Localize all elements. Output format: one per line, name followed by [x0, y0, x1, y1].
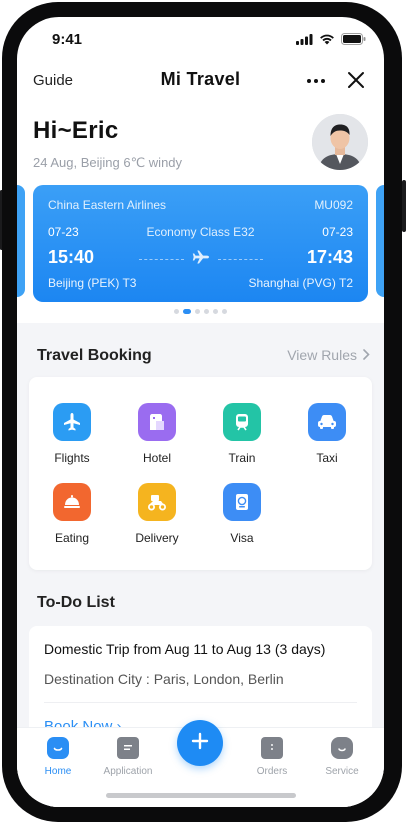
booking-card: Flights Hotel Train Taxi Eating Delivery… [29, 377, 372, 570]
trip-title: Domestic Trip from Aug 11 to Aug 13 (3 d… [44, 641, 326, 657]
divider [44, 702, 357, 703]
orders-icon [261, 737, 283, 759]
service-label: Taxi [316, 451, 338, 465]
service-label: Hotel [142, 451, 171, 465]
flight-number: MU092 [314, 198, 353, 212]
status-icons [296, 32, 366, 50]
home-icon [47, 737, 69, 759]
status-bar: 9:41 [17, 17, 384, 61]
carousel-dot[interactable] [204, 309, 209, 314]
trip-destination: Destination City : Paris, London, Berlin [44, 671, 284, 687]
tab-label: Orders [256, 766, 288, 777]
route-line [139, 249, 263, 269]
service-flights[interactable]: Flights [32, 403, 112, 465]
greeting-subtitle: 24 Aug, Beijing 6℃ windy [33, 155, 183, 170]
power-button [402, 180, 406, 232]
service-label: Eating [54, 531, 90, 545]
home-indicator [106, 793, 296, 798]
service-label: Delivery [135, 531, 179, 545]
phone-frame: 9:41 Guide Mi Travel Hi~Eric 24 Aug, Bei… [0, 0, 406, 824]
depart-airport: Beijing (PEK) T3 [48, 276, 137, 290]
taxi-icon [308, 403, 346, 441]
service-icon [331, 737, 353, 759]
todo-section-title: To-Do List [37, 594, 115, 611]
depart-time: 15:40 [48, 247, 95, 267]
next-flight-card[interactable] [376, 185, 384, 297]
battery-icon [341, 32, 366, 50]
page-title: Mi Travel [160, 69, 241, 89]
arrive-date: 07-23 [322, 225, 353, 239]
view-rules-link[interactable]: View Rules [287, 347, 370, 363]
service-taxi[interactable]: Taxi [287, 403, 367, 465]
service-label: Flights [54, 451, 90, 465]
hotel-icon [138, 403, 176, 441]
tab-service[interactable]: Service [307, 737, 377, 777]
carousel-dot[interactable] [174, 309, 179, 314]
carousel-dot[interactable] [222, 309, 227, 314]
chevron-right-icon [363, 347, 370, 363]
carousel-dot[interactable] [183, 309, 191, 314]
train-icon [223, 403, 261, 441]
app-screen: 9:41 Guide Mi Travel Hi~Eric 24 Aug, Bei… [17, 17, 384, 807]
arrive-time: 17:43 [306, 247, 353, 267]
booking-section-title: Travel Booking [37, 347, 152, 364]
dish-icon [53, 483, 91, 521]
service-label: Train [228, 451, 256, 465]
tab-orders[interactable]: Orders [237, 737, 307, 777]
service-eating[interactable]: Eating [32, 483, 112, 545]
tab-label: Home [44, 766, 72, 777]
flight-airline: China Eastern Airlines [48, 198, 167, 212]
carousel-dot[interactable] [213, 309, 218, 314]
greeting: Hi~Eric 24 Aug, Beijing 6℃ windy [33, 117, 182, 171]
cabin-class: Economy Class E32 [146, 225, 255, 239]
nav-bar: Guide Mi Travel [17, 61, 384, 101]
service-visa[interactable]: Visa [202, 483, 282, 545]
prev-flight-card[interactable] [17, 185, 25, 297]
service-train[interactable]: Train [202, 403, 282, 465]
tab-application[interactable]: Application [93, 737, 163, 777]
service-delivery[interactable]: Delivery [117, 483, 197, 545]
tab-label: Application [103, 766, 153, 777]
flight-card[interactable]: China Eastern Airlines MU092 07-23 Econo… [33, 185, 368, 302]
add-button[interactable] [177, 720, 223, 766]
plane-icon [192, 250, 210, 269]
avatar[interactable] [312, 114, 368, 170]
wifi-icon [319, 32, 335, 50]
close-icon[interactable] [344, 68, 368, 92]
delivery-icon [138, 483, 176, 521]
tab-label: Service [325, 766, 359, 777]
view-rules-label: View Rules [287, 347, 357, 363]
signal-icon [296, 32, 313, 50]
carousel-dot[interactable] [195, 309, 200, 314]
visa-icon [223, 483, 261, 521]
plane-icon [53, 403, 91, 441]
greeting-title: Hi~Eric [33, 117, 119, 144]
service-hotel[interactable]: Hotel [117, 403, 197, 465]
carousel-indicator[interactable] [17, 309, 384, 314]
status-time: 9:41 [52, 31, 83, 48]
plus-icon [191, 732, 209, 755]
application-icon [117, 737, 139, 759]
service-label: Visa [230, 531, 254, 545]
tab-home[interactable]: Home [23, 737, 93, 777]
arrive-airport: Shanghai (PVG) T2 [248, 276, 353, 290]
more-icon[interactable] [304, 69, 328, 93]
